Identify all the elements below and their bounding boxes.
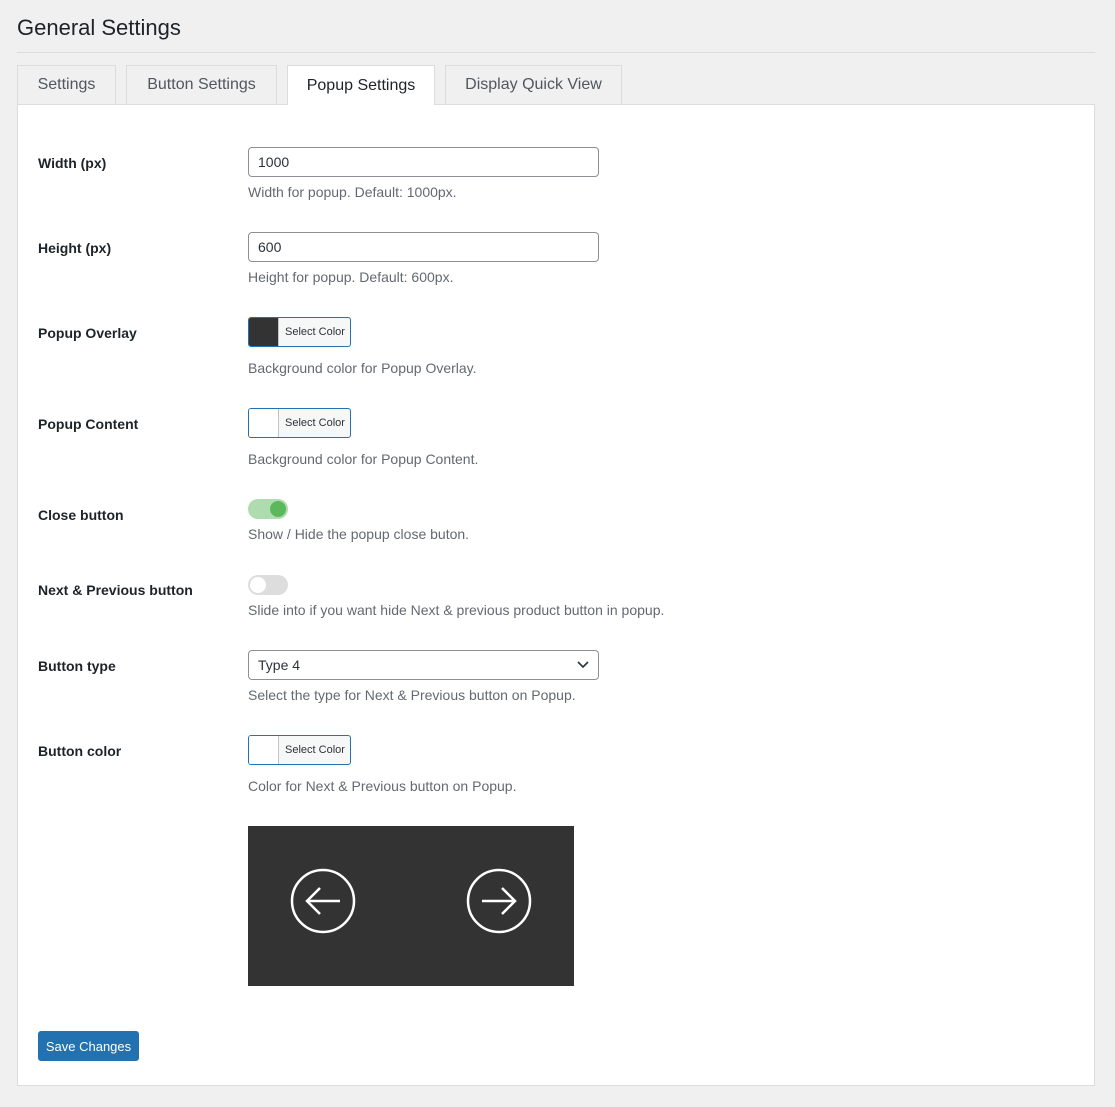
button-type-label: Button type xyxy=(38,658,116,674)
chevron-down-icon xyxy=(577,661,589,669)
color-swatch xyxy=(249,318,279,346)
button-color-desc: Color for Next & Previous button on Popu… xyxy=(248,778,517,794)
width-label: Width (px) xyxy=(38,155,107,171)
button-color-label: Button color xyxy=(38,743,122,759)
next-prev-label: Next & Previous button xyxy=(38,582,193,598)
height-label: Height (px) xyxy=(38,240,112,256)
toggle-knob xyxy=(250,577,266,593)
select-color-label: Select Color xyxy=(285,326,345,338)
popup-content-label: Popup Content xyxy=(38,416,139,432)
height-input[interactable] xyxy=(248,232,599,262)
save-changes-button[interactable]: Save Changes xyxy=(38,1031,139,1061)
button-type-select[interactable]: Type 4 xyxy=(248,650,599,680)
button-type-value: Type 4 xyxy=(258,657,301,673)
close-button-desc: Show / Hide the popup close buton. xyxy=(248,526,470,542)
close-button-toggle[interactable] xyxy=(248,499,288,519)
arrow-left-circle-icon xyxy=(290,868,356,934)
divider xyxy=(17,52,1095,53)
select-color-label: Select Color xyxy=(285,417,345,429)
width-desc: Width for popup. Default: 1000px. xyxy=(248,184,457,200)
width-input[interactable] xyxy=(248,147,599,177)
button-color-picker[interactable]: Select Color xyxy=(248,735,351,765)
tab-display-quick-view[interactable]: Display Quick View xyxy=(445,65,622,104)
button-preview xyxy=(248,826,574,986)
tab-settings[interactable]: Settings xyxy=(17,65,116,104)
arrow-right-circle-icon xyxy=(466,868,532,934)
height-desc: Height for popup. Default: 600px. xyxy=(248,269,454,285)
page-title: General Settings xyxy=(17,15,181,40)
button-type-desc: Select the type for Next & Previous butt… xyxy=(248,687,576,703)
next-prev-desc: Slide into if you want hide Next & previ… xyxy=(248,602,665,618)
next-prev-toggle[interactable] xyxy=(248,575,288,595)
color-swatch xyxy=(249,736,279,764)
toggle-knob xyxy=(270,501,286,517)
popup-content-desc: Background color for Popup Content. xyxy=(248,451,479,467)
popup-content-color-picker[interactable]: Select Color xyxy=(248,408,351,438)
popup-overlay-color-picker[interactable]: Select Color xyxy=(248,317,351,347)
tab-button-settings[interactable]: Button Settings xyxy=(126,65,277,104)
popup-overlay-label: Popup Overlay xyxy=(38,325,137,341)
popup-overlay-desc: Background color for Popup Overlay. xyxy=(248,360,477,376)
close-button-label: Close button xyxy=(38,507,124,523)
color-swatch xyxy=(249,409,279,437)
tab-popup-settings[interactable]: Popup Settings xyxy=(287,65,435,105)
select-color-label: Select Color xyxy=(285,744,345,756)
